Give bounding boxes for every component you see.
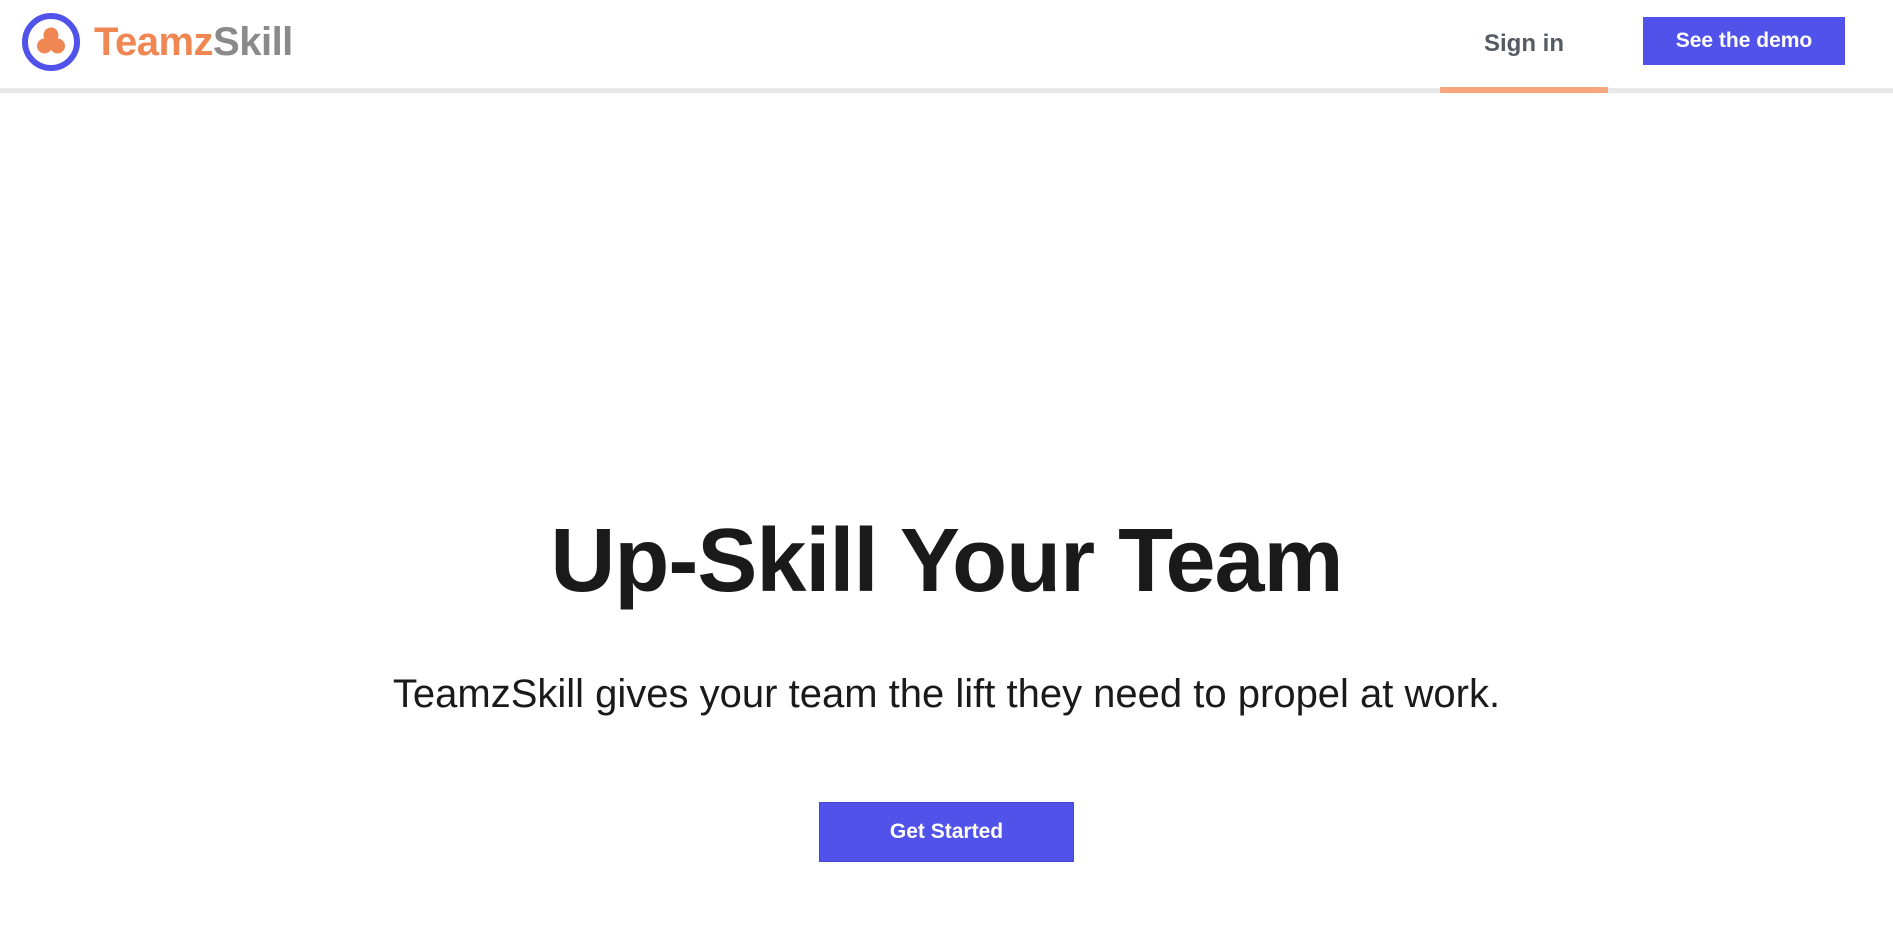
see-demo-button[interactable]: See the demo	[1643, 17, 1845, 65]
get-started-button[interactable]: Get Started	[819, 802, 1074, 862]
logo-circle-icon	[22, 13, 80, 71]
logo-link[interactable]: TeamzSkill	[21, 12, 293, 72]
site-header: TeamzSkill Sign in See the demo	[0, 0, 1893, 93]
hero-title: Up-Skill Your Team	[550, 511, 1343, 611]
brand-name-part1: Teamz	[94, 20, 214, 64]
sign-in-label: Sign in	[1484, 30, 1564, 57]
sign-in-link[interactable]: Sign in	[1440, 0, 1608, 93]
active-tab-indicator	[1440, 87, 1608, 93]
brand-name-part2: Skill	[213, 20, 293, 64]
hero-subtitle: TeamzSkill gives your team the lift they…	[392, 672, 1501, 716]
brand-name: TeamzSkill	[94, 22, 293, 62]
